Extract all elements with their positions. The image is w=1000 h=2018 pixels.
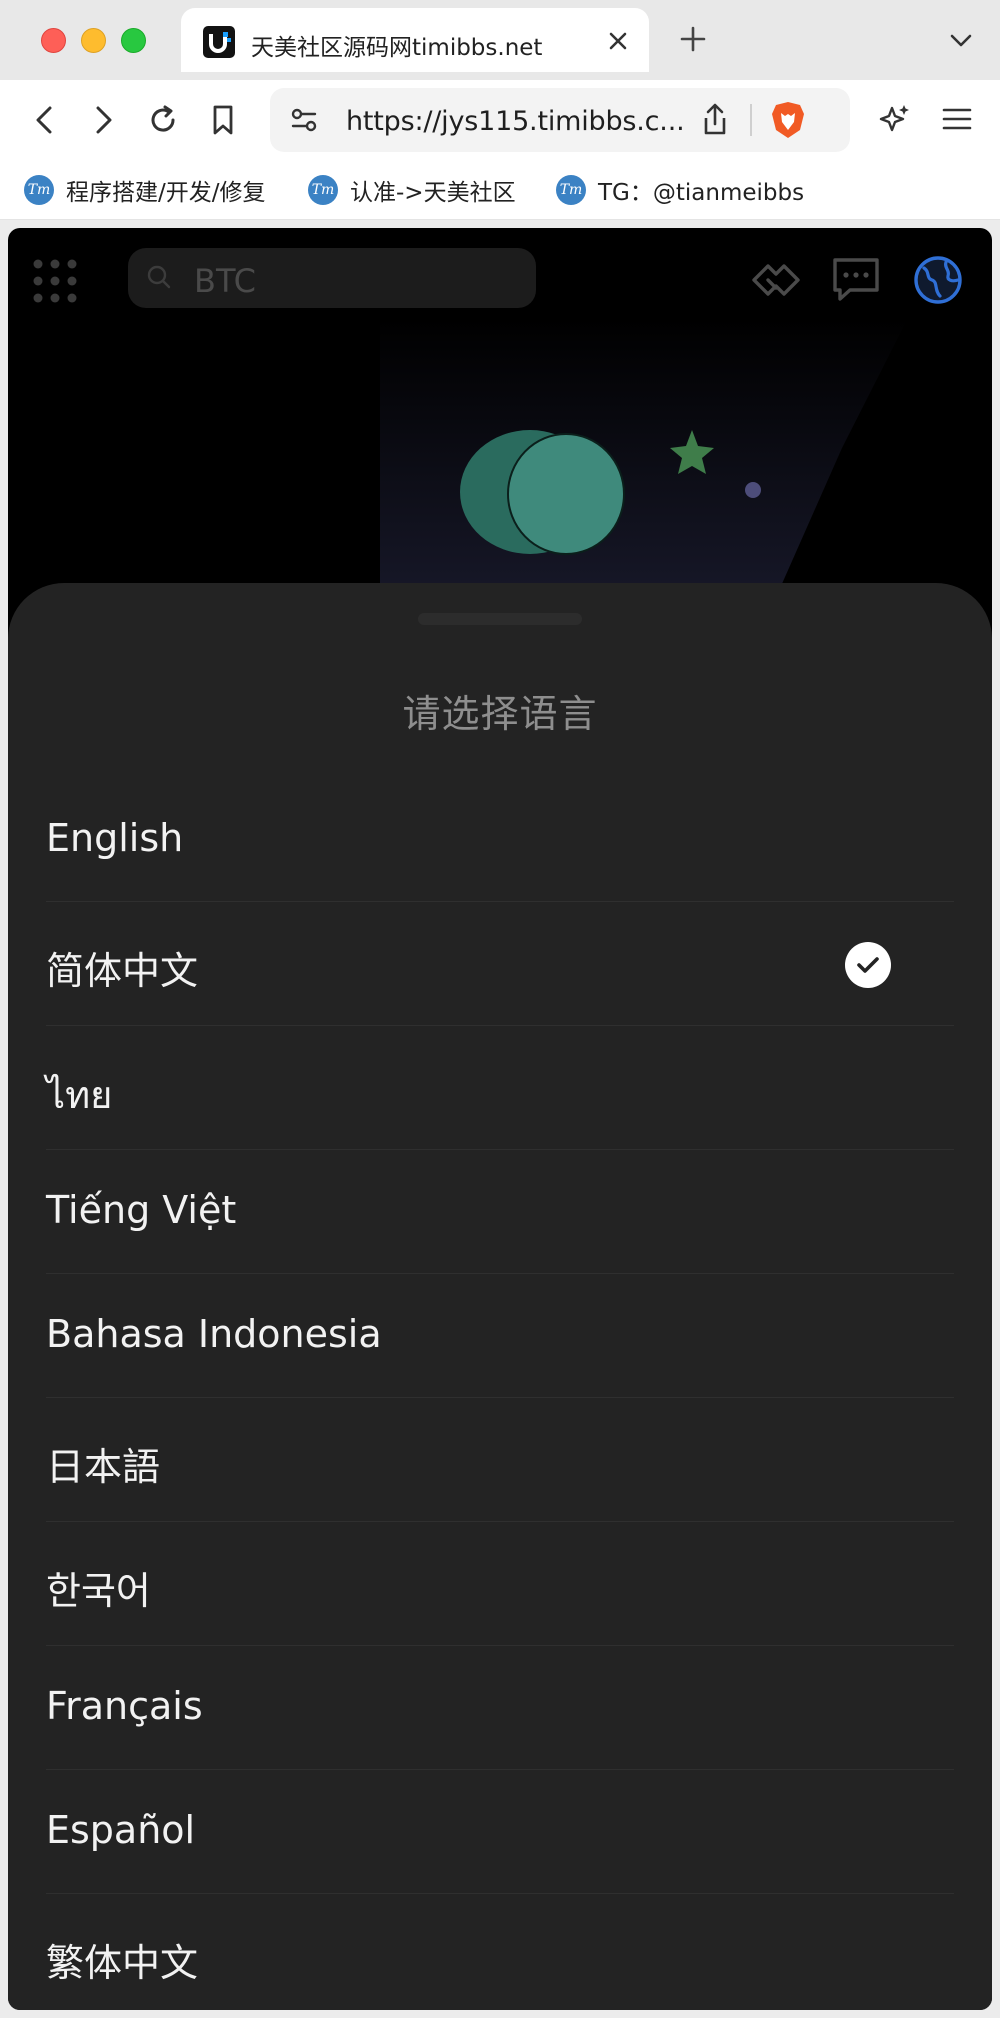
- site-settings-icon[interactable]: [288, 104, 320, 136]
- sheet-drag-handle[interactable]: [418, 613, 582, 625]
- url-divider: [750, 104, 752, 136]
- active-tab[interactable]: 天美社区源码网timibbs.net: [181, 8, 649, 72]
- search-icon: [146, 264, 172, 290]
- message-icon[interactable]: [830, 254, 882, 306]
- menu-icon[interactable]: [940, 102, 974, 136]
- language-label: 日本語: [46, 1445, 161, 1489]
- bookmark-label: 程序搭建/开发/修复: [66, 180, 266, 206]
- address-bar[interactable]: https://jys115.timibbs.c...: [270, 88, 850, 152]
- language-option-vietnamese[interactable]: Tiếng Việt: [46, 1150, 954, 1274]
- reload-icon[interactable]: [146, 103, 180, 137]
- web-content: BTC 请选择语言 English 简体中文 ไทย Tiếng Việt Ba…: [8, 228, 992, 2010]
- language-label: 繁体中文: [46, 1941, 199, 1985]
- language-option-spanish[interactable]: Español: [46, 1770, 954, 1894]
- browser-toolbar: https://jys115.timibbs.c...: [0, 80, 1000, 160]
- handshake-icon[interactable]: [750, 254, 802, 306]
- tab-title: 天美社区源码网timibbs.net: [251, 35, 543, 61]
- checkmark-icon: [845, 942, 891, 988]
- bookmarks-bar: Tm 程序搭建/开发/修复 Tm 认准->天美社区 Tm TG：@tianmei…: [0, 160, 1000, 220]
- language-list: English 简体中文 ไทย Tiếng Việt Bahasa Indon…: [46, 778, 954, 2010]
- tab-list-chevron-icon[interactable]: [948, 28, 974, 54]
- language-label: 한국어: [46, 1569, 151, 1613]
- language-sheet: 请选择语言 English 简体中文 ไทย Tiếng Việt Bahasa…: [8, 583, 992, 2010]
- bookmark-item[interactable]: Tm 程序搭建/开发/修复: [24, 174, 266, 206]
- bookmark-label: TG：@tianmeibbs: [598, 180, 805, 206]
- language-label: 简体中文: [46, 949, 199, 993]
- minimize-window-button[interactable]: [81, 28, 106, 53]
- language-option-french[interactable]: Français: [46, 1646, 954, 1770]
- language-option-korean[interactable]: 한국어: [46, 1522, 954, 1646]
- search-placeholder: BTC: [194, 262, 256, 300]
- bookmark-item[interactable]: Tm 认准->天美社区: [308, 174, 516, 206]
- new-tab-icon[interactable]: [678, 24, 708, 54]
- language-label: Français: [46, 1684, 203, 1728]
- site-favicon-icon: [203, 26, 235, 58]
- language-label: Español: [46, 1808, 196, 1852]
- language-option-simplified-chinese[interactable]: 简体中文: [46, 902, 954, 1026]
- close-tab-icon[interactable]: [603, 26, 633, 56]
- zoom-window-button[interactable]: [121, 28, 146, 53]
- language-option-traditional-chinese[interactable]: 繁体中文: [46, 1894, 954, 2010]
- grid-icon[interactable]: [32, 258, 78, 304]
- leo-ai-icon[interactable]: [878, 102, 912, 136]
- sheet-title: 请选择语言: [402, 692, 598, 736]
- brave-shield-icon[interactable]: [770, 100, 806, 140]
- share-icon[interactable]: [698, 102, 732, 138]
- language-label: English: [46, 816, 184, 860]
- language-option-indonesian[interactable]: Bahasa Indonesia: [46, 1274, 954, 1398]
- language-option-japanese[interactable]: 日本語: [46, 1398, 954, 1522]
- close-window-button[interactable]: [41, 28, 66, 53]
- language-label: ไทย: [46, 1073, 113, 1117]
- back-icon[interactable]: [28, 103, 62, 137]
- forward-icon[interactable]: [86, 103, 120, 137]
- bookmark-icon[interactable]: [206, 103, 240, 137]
- language-label: Tiếng Việt: [46, 1188, 237, 1232]
- language-label: Bahasa Indonesia: [46, 1312, 382, 1356]
- url-text[interactable]: https://jys115.timibbs.c...: [346, 106, 685, 137]
- language-option-thai[interactable]: ไทย: [46, 1026, 954, 1150]
- bookmark-label: 认准->天美社区: [350, 180, 516, 206]
- language-option-english[interactable]: English: [46, 778, 954, 902]
- tab-strip: 天美社区源码网timibbs.net: [0, 0, 1000, 80]
- bookmark-item[interactable]: Tm TG：@tianmeibbs: [556, 174, 804, 206]
- search-input[interactable]: BTC: [128, 248, 536, 308]
- tm-logo-icon: Tm: [556, 175, 586, 205]
- globe-icon[interactable]: [912, 254, 964, 306]
- tm-logo-icon: Tm: [24, 175, 54, 205]
- tm-logo-icon: Tm: [308, 175, 338, 205]
